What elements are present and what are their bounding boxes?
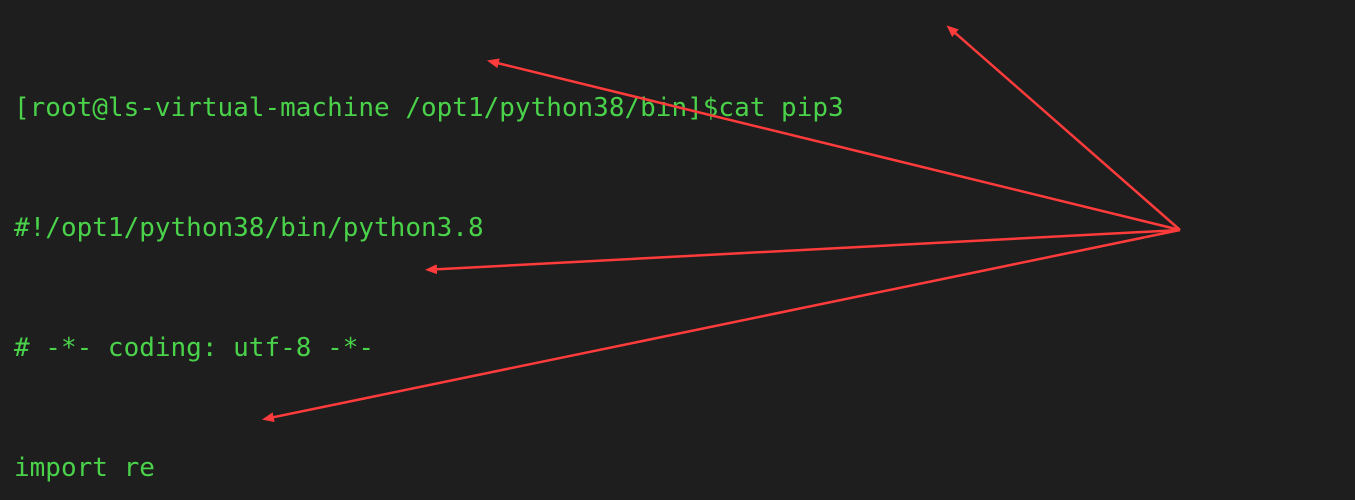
prompt-close: ]	[687, 93, 703, 123]
prompt-dollar: $	[703, 93, 719, 123]
prompt-path: /opt1/python38/bin	[405, 93, 687, 123]
command-cat: cat pip3	[718, 93, 843, 123]
terminal-window[interactable]: [root@ls-virtual-machine /opt1/python38/…	[0, 0, 1355, 500]
annotation-arrow	[954, 32, 1180, 230]
file-line: #!/opt1/python38/bin/python3.8	[14, 208, 1341, 248]
annotation-arrow	[272, 230, 1180, 418]
file-line: # -*- coding: utf-8 -*-	[14, 328, 1341, 368]
prompt-user-host: [root@ls-virtual-machine	[14, 93, 405, 123]
annotation-arrows	[0, 0, 1355, 500]
file-line: import re	[14, 448, 1341, 488]
prompt-line-1: [root@ls-virtual-machine /opt1/python38/…	[14, 88, 1341, 128]
